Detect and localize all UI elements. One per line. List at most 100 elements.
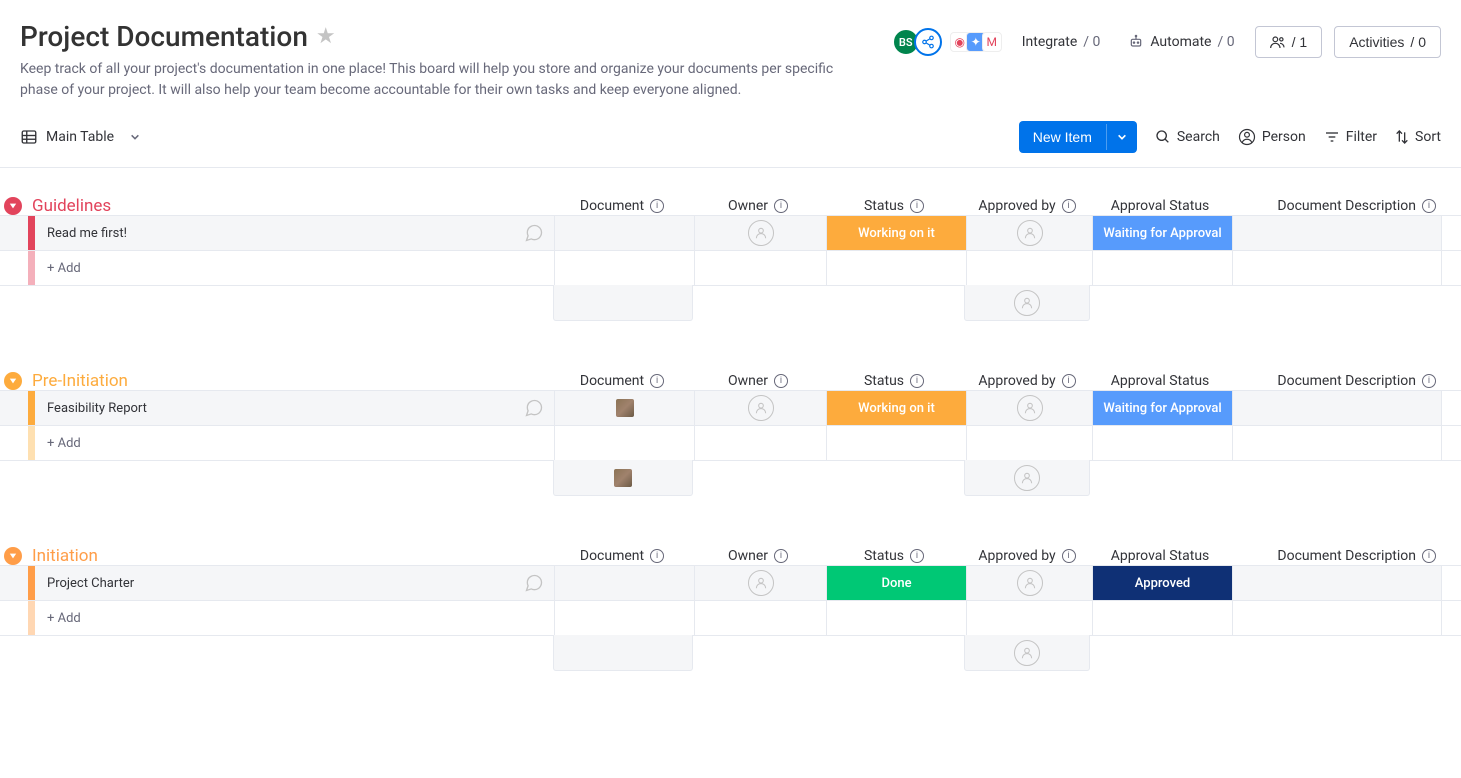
cell-approvedby[interactable] [966, 391, 1092, 425]
col-header-approvedby[interactable]: Approved byi [964, 548, 1090, 564]
col-header-status[interactable]: Statusi [824, 198, 964, 214]
filter-button[interactable]: Filter [1324, 129, 1377, 145]
add-item-label[interactable]: + Add [35, 436, 554, 451]
integrate-button[interactable]: Integrate / 0 [1014, 28, 1109, 56]
person-empty-icon[interactable] [1014, 290, 1040, 316]
cell-approvedby[interactable] [966, 426, 1092, 460]
info-icon[interactable]: i [650, 199, 664, 213]
col-header-docdesc[interactable]: Document Descriptioni [1230, 373, 1440, 389]
col-header-document[interactable]: Documenti [552, 548, 692, 564]
item-name[interactable]: Read me first! [35, 226, 524, 241]
info-icon[interactable]: i [1062, 549, 1076, 563]
cell-document[interactable] [554, 601, 694, 635]
add-row[interactable]: + Add [0, 425, 1461, 461]
new-item-button[interactable]: New Item [1019, 121, 1137, 153]
person-empty-icon[interactable] [1014, 465, 1040, 491]
col-header-status[interactable]: Statusi [824, 373, 964, 389]
collapse-icon[interactable] [4, 197, 22, 215]
cell-docdesc[interactable] [1232, 426, 1442, 460]
chevron-down-icon[interactable] [1106, 124, 1137, 150]
group-title[interactable]: Initiation [32, 546, 552, 566]
avatar-stack[interactable]: BS [898, 28, 942, 56]
info-icon[interactable]: i [1422, 374, 1436, 388]
col-header-owner[interactable]: Owneri [692, 198, 824, 214]
info-icon[interactable]: i [910, 374, 924, 388]
view-selector[interactable]: Main Table [20, 128, 140, 146]
person-empty-icon[interactable] [1014, 640, 1040, 666]
person-empty-icon[interactable] [1017, 570, 1043, 596]
col-header-approvedby[interactable]: Approved byi [964, 373, 1090, 389]
cell-document[interactable] [554, 391, 694, 425]
star-icon[interactable]: ★ [316, 24, 336, 49]
sort-button[interactable]: Sort [1395, 129, 1441, 145]
cell-status[interactable] [826, 601, 966, 635]
doc-thumb[interactable] [616, 399, 634, 417]
cell-document[interactable] [554, 566, 694, 600]
comment-icon[interactable] [524, 398, 544, 418]
person-empty-icon[interactable] [748, 395, 774, 421]
cell-document[interactable] [554, 216, 694, 250]
cell-status[interactable] [826, 426, 966, 460]
cell-docdesc[interactable] [1232, 566, 1442, 600]
collapse-icon[interactable] [4, 547, 22, 565]
cell-approvedby[interactable] [966, 251, 1092, 285]
info-icon[interactable]: i [1422, 199, 1436, 213]
col-header-document[interactable]: Documenti [552, 198, 692, 214]
col-header-status[interactable]: Statusi [824, 548, 964, 564]
info-icon[interactable]: i [650, 549, 664, 563]
info-icon[interactable]: i [1062, 199, 1076, 213]
automate-button[interactable]: Automate / 0 [1120, 28, 1242, 56]
person-filter[interactable]: Person [1238, 128, 1306, 146]
item-name[interactable]: Project Charter [35, 576, 524, 591]
person-empty-icon[interactable] [1017, 395, 1043, 421]
item-row[interactable]: Project Charter Done Approved [0, 565, 1461, 601]
share-icon[interactable] [914, 28, 942, 56]
cell-docdesc[interactable] [1232, 251, 1442, 285]
col-header-approvalstatus[interactable]: Approval Status [1090, 198, 1230, 214]
info-icon[interactable]: i [774, 374, 788, 388]
person-empty-icon[interactable] [1017, 220, 1043, 246]
info-icon[interactable]: i [774, 199, 788, 213]
group-title[interactable]: Guidelines [32, 196, 552, 216]
add-row[interactable]: + Add [0, 600, 1461, 636]
cell-document[interactable] [554, 251, 694, 285]
item-name[interactable]: Feasibility Report [35, 401, 524, 416]
search-button[interactable]: Search [1155, 129, 1220, 145]
members-button[interactable]: / 1 [1255, 26, 1323, 58]
cell-approvalstatus[interactable]: Waiting for Approval [1092, 216, 1232, 250]
info-icon[interactable]: i [910, 199, 924, 213]
cell-docdesc[interactable] [1232, 391, 1442, 425]
col-header-approvalstatus[interactable]: Approval Status [1090, 548, 1230, 564]
cell-status[interactable]: Done [826, 566, 966, 600]
cell-owner[interactable] [694, 601, 826, 635]
cell-owner[interactable] [694, 391, 826, 425]
col-header-document[interactable]: Documenti [552, 373, 692, 389]
cell-docdesc[interactable] [1232, 216, 1442, 250]
comment-icon[interactable] [524, 223, 544, 243]
cell-owner[interactable] [694, 251, 826, 285]
cell-approvedby[interactable] [966, 601, 1092, 635]
cell-owner[interactable] [694, 566, 826, 600]
cell-approvalstatus[interactable] [1092, 601, 1232, 635]
activities-button[interactable]: Activities / 0 [1334, 26, 1441, 58]
collapse-icon[interactable] [4, 372, 22, 390]
cell-approvalstatus[interactable] [1092, 426, 1232, 460]
item-row[interactable]: Feasibility ReportWorking on itWaiting f… [0, 390, 1461, 426]
col-header-owner[interactable]: Owneri [692, 548, 824, 564]
add-row[interactable]: + Add [0, 250, 1461, 286]
col-header-docdesc[interactable]: Document Descriptioni [1230, 548, 1440, 564]
info-icon[interactable]: i [1062, 374, 1076, 388]
add-item-label[interactable]: + Add [35, 611, 554, 626]
cell-approvalstatus[interactable] [1092, 251, 1232, 285]
col-header-docdesc[interactable]: Document Descriptioni [1230, 198, 1440, 214]
cell-status[interactable] [826, 251, 966, 285]
info-icon[interactable]: i [1422, 549, 1436, 563]
cell-document[interactable] [554, 426, 694, 460]
cell-approvedby[interactable] [966, 216, 1092, 250]
info-icon[interactable]: i [650, 374, 664, 388]
person-empty-icon[interactable] [748, 570, 774, 596]
info-icon[interactable]: i [774, 549, 788, 563]
cell-owner[interactable] [694, 426, 826, 460]
cell-approvalstatus[interactable]: Approved [1092, 566, 1232, 600]
cell-docdesc[interactable] [1232, 601, 1442, 635]
